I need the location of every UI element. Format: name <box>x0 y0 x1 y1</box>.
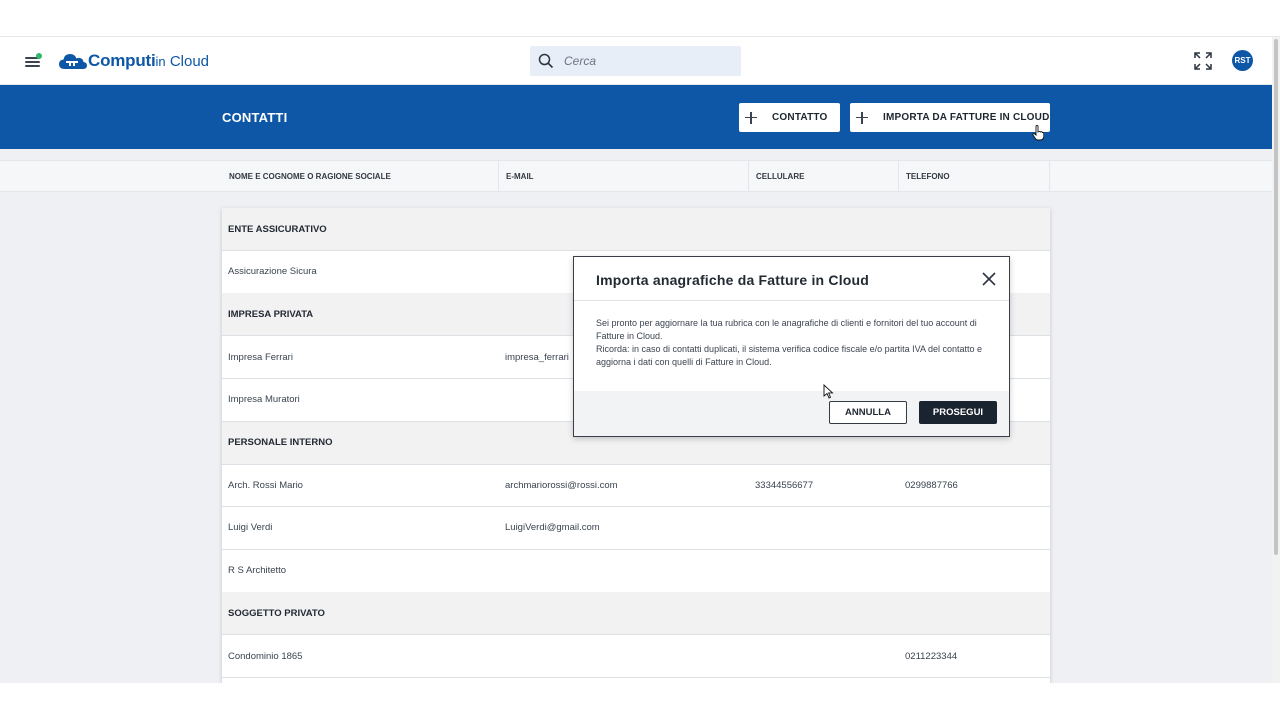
browser-top-area <box>0 0 1280 37</box>
add-contact-label: CONTATTO <box>772 112 828 123</box>
cell-phone: 0299887766 <box>905 479 958 491</box>
notification-dot <box>36 53 42 59</box>
column-header-mobile[interactable]: CELLULARE <box>749 161 899 191</box>
scrollbar-thumb[interactable] <box>1274 39 1278 555</box>
cancel-button[interactable]: ANNULLA <box>829 401 907 424</box>
cell-email: LuigiVerdi@gmail.com <box>505 522 600 534</box>
search-box[interactable] <box>530 46 741 76</box>
group-label: PERSONALE INTERNO <box>228 437 333 448</box>
menu-icon[interactable] <box>22 51 44 71</box>
app-header: Computi in Cloud RST <box>0 37 1272 85</box>
cell-phone: 0211223344 <box>905 650 958 662</box>
hand-cursor-icon <box>1032 125 1044 141</box>
plus-icon <box>856 111 868 124</box>
pointer-cursor-icon <box>823 384 834 399</box>
cell-name: Condominio 1865 <box>228 650 303 662</box>
dialog-header: Importa anagrafiche da Fatture in Cloud <box>574 257 1009 301</box>
add-contact-button[interactable]: CONTATTO <box>739 103 840 132</box>
group-label: ENTE ASSICURATIVO <box>228 223 327 235</box>
page-toolbar: CONTATTI CONTATTO IMPORTA DA FATTURE IN … <box>0 85 1272 149</box>
dialog-footer: ANNULLA PROSEGUI <box>574 391 1009 436</box>
plus-icon <box>745 111 757 124</box>
import-fatture-button[interactable]: IMPORTA DA FATTURE IN CLOUD <box>850 103 1050 132</box>
search-icon <box>538 53 554 69</box>
column-header-phone[interactable]: TELEFONO <box>899 161 1050 191</box>
cell-email: impresa_ferrari <box>505 351 569 363</box>
group-row: ENTE ASSICURATIVO <box>222 208 1050 251</box>
browser-bottom-area <box>0 683 1280 720</box>
page-scrollbar[interactable] <box>1272 37 1280 683</box>
app-page: Computi in Cloud RST CONTATTI CONTATTO <box>0 37 1280 683</box>
group-row: SOGGETTO PRIVATO <box>222 592 1050 636</box>
brand-name: Computi <box>88 51 156 70</box>
brand-cloud: Cloud <box>165 52 210 70</box>
cell-name: R S Architetto <box>228 565 287 577</box>
app-logo[interactable]: Computi in Cloud <box>58 49 209 73</box>
cell-name: Assicurazione Sicura <box>228 266 317 278</box>
table-row[interactable]: Luigi Verdi LuigiVerdi@gmail.com <box>222 507 1050 550</box>
cell-name: Arch. Rossi Mario <box>228 479 303 491</box>
cell-mobile: 33344556677 <box>755 479 814 491</box>
fullscreen-icon[interactable] <box>1194 52 1212 70</box>
table-row[interactable]: Arch. Rossi Mario archmariorossi@rossi.co… <box>222 464 1050 508</box>
import-fatture-label: IMPORTA DA FATTURE IN CLOUD <box>883 112 1050 123</box>
dialog-text-1: Sei pronto per aggiornare la tua rubrica… <box>596 318 977 341</box>
column-header-name[interactable]: NOME E COGNOME O RAGIONE SOCIALE <box>222 161 499 191</box>
table-row[interactable]: R S Architetto <box>222 550 1050 593</box>
brand-suffix: in Cloud <box>156 53 209 70</box>
page-title: CONTATTI <box>222 110 288 125</box>
cell-name: Impresa Muratori <box>228 394 300 406</box>
user-avatar[interactable]: RST <box>1232 50 1253 71</box>
cell-name: Luigi Verdi <box>228 522 273 534</box>
close-icon[interactable] <box>981 271 997 287</box>
group-label: SOGGETTO PRIVATO <box>228 607 325 619</box>
brand-in: in <box>155 53 166 69</box>
dialog-text-2: Ricorda: in caso di contatti duplicati, … <box>596 344 983 367</box>
column-header-email[interactable]: E-MAIL <box>499 161 749 191</box>
import-dialog: Importa anagrafiche da Fatture in Cloud … <box>573 256 1010 437</box>
table-header: NOME E COGNOME O RAGIONE SOCIALE E-MAIL … <box>0 160 1272 192</box>
dialog-body: Sei pronto per aggiornare la tua rubrica… <box>596 317 986 369</box>
cloud-logo-icon <box>59 54 87 69</box>
group-label: IMPRESA PRIVATA <box>228 308 314 320</box>
dialog-title: Importa anagrafiche da Fatture in Cloud <box>596 272 870 288</box>
continue-button[interactable]: PROSEGUI <box>919 401 997 424</box>
search-input[interactable] <box>564 50 724 72</box>
cell-email: archmariorossi@rossi.com <box>505 479 618 491</box>
cell-name: Impresa Ferrari <box>228 351 293 363</box>
table-row[interactable]: Condominio 1865 0211223344 <box>222 635 1050 678</box>
